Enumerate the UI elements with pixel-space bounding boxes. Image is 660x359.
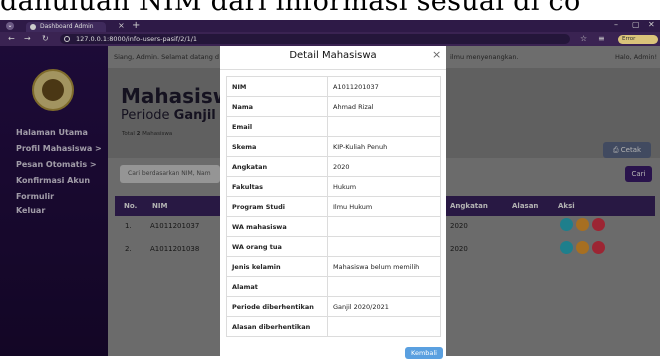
detail-row: Jenis kelamin Mahasiswa belum memilih: [226, 256, 441, 277]
reload-icon[interactable]: ↻: [42, 32, 49, 46]
caption-strip: dahuluan NIM dari informasi sesuai di co: [0, 0, 660, 20]
field-value: [327, 116, 441, 137]
url-field[interactable]: 127.0.0.1:8000/info-users-pasif/2/1/1: [60, 34, 570, 44]
field-value: [327, 316, 441, 337]
detail-table: NIM A1011201037 Nama Ahmad Rizal Email Ske…: [226, 76, 441, 337]
bookmark-star-icon[interactable]: ☆: [580, 33, 587, 45]
tab-title: Dashboard Admin: [40, 23, 94, 30]
site-info-icon[interactable]: [64, 36, 70, 42]
field-label: Alamat: [226, 276, 328, 297]
new-tab-icon[interactable]: +: [132, 20, 140, 31]
modal-title: Detail Mahasiswa: [289, 50, 377, 61]
back-button[interactable]: Kembali: [405, 347, 443, 359]
detail-row: Periode diberhentikan Ganjil 2020/2021: [226, 296, 441, 317]
caption-text: dahuluan NIM dari informasi sesuai di co: [0, 0, 581, 17]
field-value: Mahasiswa belum memilih: [327, 256, 441, 277]
field-value: [327, 276, 441, 297]
detail-row: Alasan diberhentikan: [226, 316, 441, 337]
detail-row: Nama Ahmad Rizal: [226, 96, 441, 117]
detail-row: Program Studi Ilmu Hukum: [226, 196, 441, 217]
back-icon[interactable]: ←: [8, 32, 15, 46]
field-value: [327, 216, 441, 237]
modal-close-icon[interactable]: ×: [432, 48, 441, 61]
field-label: Periode diberhentikan: [226, 296, 328, 317]
browser-tab[interactable]: Dashboard Admin: [26, 22, 106, 32]
field-value: Hukum: [327, 176, 441, 197]
field-label: WA orang tua: [226, 236, 328, 257]
forward-icon[interactable]: →: [24, 32, 31, 46]
minimize-icon[interactable]: –: [614, 20, 618, 29]
field-label: Nama: [226, 96, 328, 117]
field-label: Jenis kelamin: [226, 256, 328, 277]
window-menu-icon[interactable]: ⌄: [6, 22, 14, 30]
detail-row: Fakultas Hukum: [226, 176, 441, 197]
maximize-icon[interactable]: ▢: [632, 20, 640, 29]
field-value: A1011201037: [327, 76, 441, 97]
field-label: Alasan diberhentikan: [226, 316, 328, 337]
field-label: Program Studi: [226, 196, 328, 217]
field-value: [327, 236, 441, 257]
detail-row: Skema KIP-Kuliah Penuh: [226, 136, 441, 157]
extensions-icon[interactable]: ≡: [598, 33, 605, 45]
detail-row: Angkatan 2020: [226, 156, 441, 177]
field-value: 2020: [327, 156, 441, 177]
window-close-icon[interactable]: ✕: [648, 20, 655, 29]
profile-button[interactable]: Error: [618, 35, 658, 44]
field-label: WA mahasiswa: [226, 216, 328, 237]
field-value: Ahmad Rizal: [327, 96, 441, 117]
tab-close-icon[interactable]: ×: [118, 21, 125, 30]
field-label: Angkatan: [226, 156, 328, 177]
field-label: Skema: [226, 136, 328, 157]
field-value: Ilmu Hukum: [327, 196, 441, 217]
field-value: KIP-Kuliah Penuh: [327, 136, 441, 157]
tab-favicon-icon: [30, 24, 36, 30]
field-label: Fakultas: [226, 176, 328, 197]
detail-row: Email: [226, 116, 441, 137]
modal-divider: [220, 69, 446, 70]
detail-row: WA orang tua: [226, 236, 441, 257]
detail-row: Alamat: [226, 276, 441, 297]
detail-row: WA mahasiswa: [226, 216, 441, 237]
detail-row: NIM A1011201037: [226, 76, 441, 97]
field-label: Email: [226, 116, 328, 137]
field-label: NIM: [226, 76, 328, 97]
field-value: Ganjil 2020/2021: [327, 296, 441, 317]
